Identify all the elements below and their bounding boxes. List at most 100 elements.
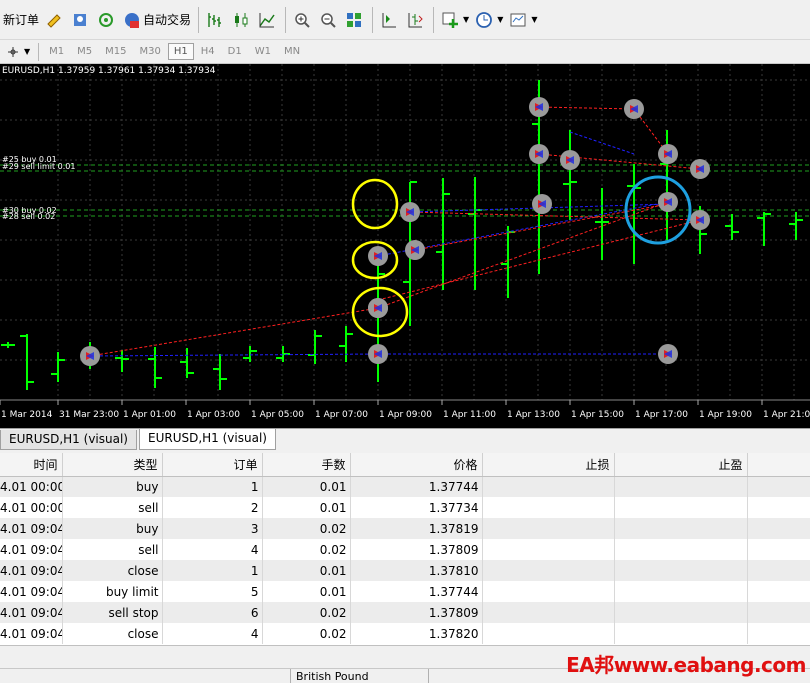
timeframe-d1-button[interactable]: D1 <box>222 43 248 60</box>
time-axis-label: 1 Apr 07:00 <box>315 410 368 420</box>
cell-lots: 0.01 <box>262 497 351 518</box>
table-row[interactable]: 4.01 00:00 sell 2 0.01 1.37734 <box>0 497 810 518</box>
column-header-lots[interactable]: 手数 <box>262 453 351 477</box>
chart-shift-button[interactable] <box>377 6 403 34</box>
candle-chart-button[interactable] <box>229 6 255 34</box>
tab-chart-2[interactable]: EURUSD,H1 (visual) <box>138 429 276 450</box>
zoom-out-icon <box>319 11 337 29</box>
highlight-circle-yellow <box>351 178 399 230</box>
time-axis-label: 1 Mar 2014 <box>1 410 53 420</box>
table-row[interactable]: 4.01 09:04 close 4 0.02 1.37820 <box>0 623 810 644</box>
pencil-icon <box>45 11 63 29</box>
timeframe-h4-button[interactable]: H4 <box>195 43 221 60</box>
tile-windows-button[interactable] <box>342 6 368 34</box>
zoom-out-button[interactable] <box>316 6 342 34</box>
signal-icon <box>97 11 115 29</box>
hline-label-29: #29 sell limit 0.01 <box>2 162 76 171</box>
candlestick-icon <box>232 11 250 29</box>
templates-button[interactable]: ▼ <box>506 6 540 34</box>
table-row[interactable]: 4.01 09:04 buy 3 0.02 1.37819 <box>0 518 810 539</box>
bar-chart-button[interactable] <box>203 6 229 34</box>
timeframe-list: M1 M5 M15 M30 H1 H4 D1 W1 MN <box>43 43 307 60</box>
column-header-type[interactable]: 类型 <box>62 453 163 477</box>
column-header-take-profit[interactable]: 止盈 <box>614 453 748 477</box>
cell-filler <box>747 497 810 518</box>
timeframe-m30-button[interactable]: M30 <box>134 43 167 60</box>
chart-canvas[interactable]: 1 Mar 2014 31 Mar 23:00 1 Apr 01:00 1 Apr 0… <box>0 64 810 428</box>
cell-lots: 0.02 <box>262 602 351 623</box>
timeframe-h1-button[interactable]: H1 <box>167 43 194 60</box>
terminal-window: 新订单 自动交易 ▼ ▼ ▼ ▼ M1 M5 M15 M30 H1 H4 D1 W1 MN 1 … <box>0 0 810 683</box>
crosshair-icon <box>6 45 20 59</box>
indicators-button[interactable]: ▼ <box>438 6 472 34</box>
timeframe-w1-button[interactable]: W1 <box>249 43 277 60</box>
cell-type: buy <box>62 476 163 497</box>
column-header-stop-loss[interactable]: 止损 <box>482 453 615 477</box>
signal-button[interactable] <box>94 6 120 34</box>
price-chart[interactable]: 1 Mar 2014 31 Mar 23:00 1 Apr 01:00 1 Apr 0… <box>0 64 810 428</box>
cell-time: 4.01 00:00 <box>0 497 63 518</box>
cell-price: 1.37734 <box>350 497 483 518</box>
cell-price: 1.37819 <box>350 518 483 539</box>
cell-time: 4.01 09:04 <box>0 623 63 644</box>
table-row[interactable]: 4.01 09:04 close 1 0.01 1.37810 <box>0 560 810 581</box>
cell-filler <box>747 623 810 644</box>
auto-trading-button[interactable]: 自动交易 <box>120 6 194 34</box>
zoom-in-icon <box>293 11 311 29</box>
cell-order: 1 <box>162 476 263 497</box>
status-symbol-name: British Pound <box>296 670 369 683</box>
auto-scroll-button[interactable] <box>403 6 429 34</box>
cell-price: 1.37809 <box>350 539 483 560</box>
cell-price: 1.37744 <box>350 476 483 497</box>
cell-time: 4.01 09:04 <box>0 581 63 602</box>
cell-take-profit <box>614 623 748 644</box>
time-axis-label: 1 Apr 17:00 <box>635 410 688 420</box>
timeframe-mn-button[interactable]: MN <box>278 43 306 60</box>
column-header-order[interactable]: 订单 <box>162 453 263 477</box>
tab-chart-1[interactable]: EURUSD,H1 (visual) <box>0 430 137 450</box>
new-order-button[interactable]: 新订单 <box>0 6 42 34</box>
cell-take-profit <box>614 476 748 497</box>
cell-take-profit <box>614 602 748 623</box>
cell-price: 1.37744 <box>350 581 483 602</box>
cell-lots: 0.02 <box>262 623 351 644</box>
cell-time: 4.01 00:00 <box>0 476 63 497</box>
chevron-down-icon: ▼ <box>463 15 470 24</box>
timeframe-m1-button[interactable]: M1 <box>43 43 70 60</box>
table-row[interactable]: 4.01 09:04 buy limit 5 0.01 1.37744 <box>0 581 810 602</box>
time-axis-label: 31 Mar 23:00 <box>59 410 119 420</box>
table-row[interactable]: 4.01 09:04 sell 4 0.02 1.37809 <box>0 539 810 560</box>
time-axis-label: 1 Apr 13:00 <box>507 410 560 420</box>
time-axis-label: 1 Apr 03:00 <box>187 410 240 420</box>
navigator-button[interactable] <box>68 6 94 34</box>
line-chart-button[interactable] <box>255 6 281 34</box>
column-header-price[interactable]: 价格 <box>350 453 483 477</box>
table-row[interactable]: 4.01 09:04 sell stop 6 0.02 1.37809 <box>0 602 810 623</box>
cell-stop-loss <box>482 518 615 539</box>
toolbar-separator <box>372 6 374 33</box>
timeframe-m5-button[interactable]: M5 <box>71 43 98 60</box>
cell-type: close <box>62 560 163 581</box>
cell-filler <box>747 560 810 581</box>
column-header-time[interactable]: 时间 <box>0 453 63 477</box>
cell-order: 1 <box>162 560 263 581</box>
table-row[interactable]: 4.01 00:00 buy 1 0.01 1.37744 <box>0 476 810 497</box>
cell-price: 1.37810 <box>350 560 483 581</box>
time-axis-label: 1 Apr 19:00 <box>699 410 752 420</box>
timeframe-m15-button[interactable]: M15 <box>99 43 132 60</box>
chevron-down-icon: ▼ <box>497 15 504 24</box>
line-chart-icon <box>258 11 276 29</box>
chart-shift-icon <box>380 11 398 29</box>
cell-time: 4.01 09:04 <box>0 560 63 581</box>
cell-stop-loss <box>482 623 615 644</box>
hline-label-28: #28 sell 0.02 <box>2 212 56 221</box>
periodicity-button[interactable]: ▼ <box>472 6 506 34</box>
toolbar-separator <box>38 42 40 61</box>
zoom-in-button[interactable] <box>290 6 316 34</box>
cursor-mode-button[interactable]: ▼ <box>0 41 34 63</box>
cell-type: sell <box>62 497 163 518</box>
time-axis-label: 1 Apr 01:00 <box>123 410 176 420</box>
auto-scroll-icon <box>406 11 424 29</box>
cell-filler <box>747 476 810 497</box>
metaeditor-button[interactable] <box>42 6 68 34</box>
